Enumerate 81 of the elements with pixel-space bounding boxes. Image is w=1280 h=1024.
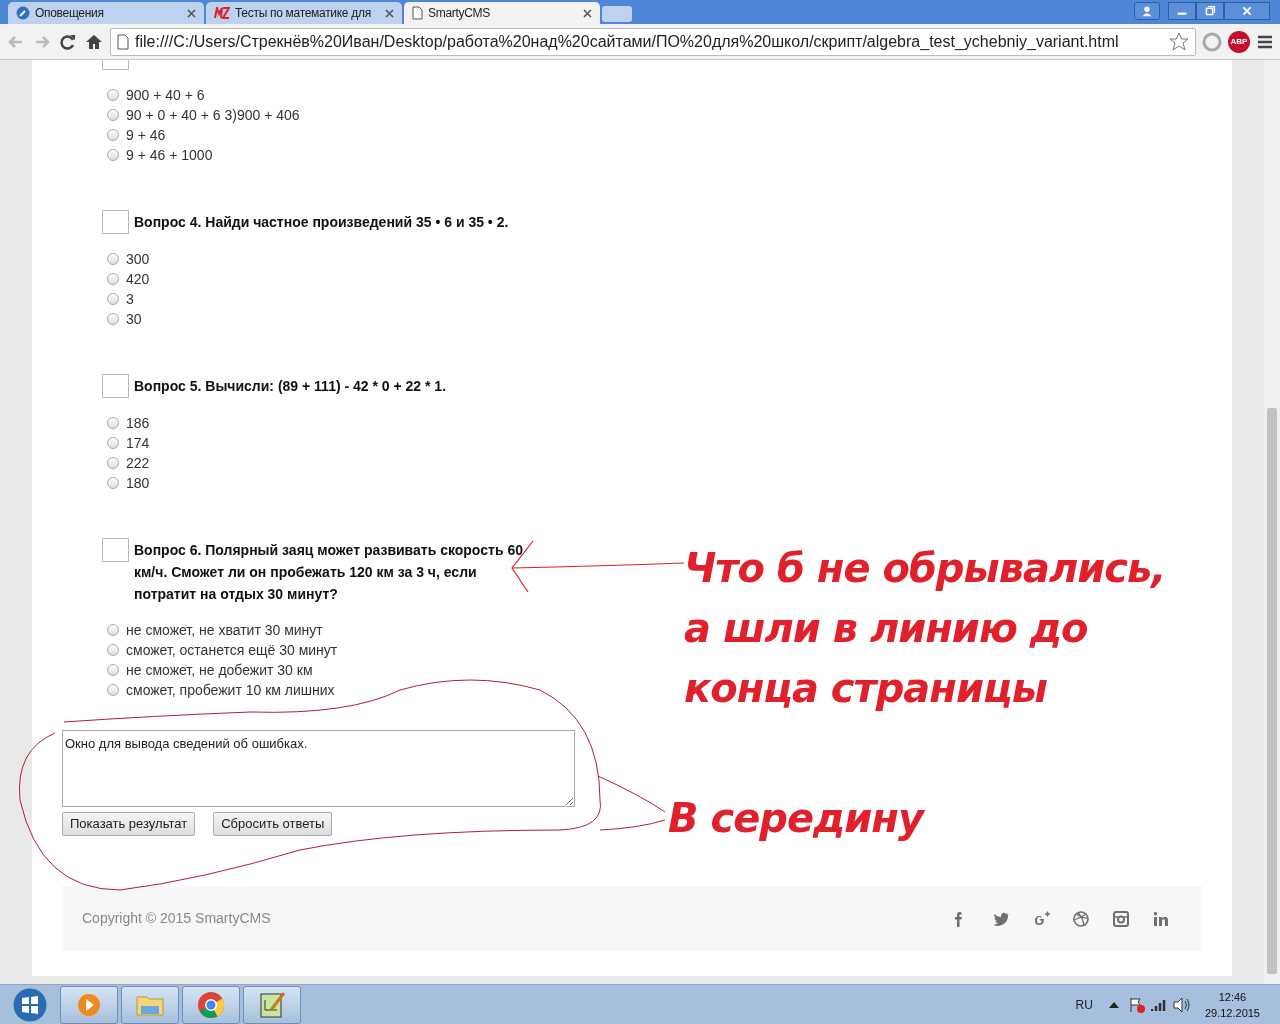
answer-option-label[interactable]: 900 + 40 + 6	[126, 84, 205, 106]
answer-option-label[interactable]: 9 + 46	[126, 124, 166, 146]
annotation-note: Что б не обрывались, а шли в линию до конца страницы	[684, 544, 1167, 713]
question-text: Вопрос 6. Полярный заяц может развивать скорость 60 км/ч. Сможет ли он пробежать 120 км за 3 ч, если потратит на отдых 30 минут?	[134, 541, 524, 604]
radio-button[interactable]	[107, 437, 119, 449]
radio-button[interactable]	[107, 477, 119, 489]
answer-option-label[interactable]: 222	[126, 452, 150, 474]
googleplus-icon[interactable]	[1032, 909, 1050, 928]
menu-icon[interactable]	[1256, 33, 1274, 50]
radio-button[interactable]	[107, 273, 119, 285]
answer-status-box	[102, 374, 129, 398]
page-icon	[117, 33, 129, 50]
question-text: Вопрос 5. Вычисли: (89 + 111) - 42 * 0 + 22 * 1.	[134, 377, 448, 396]
answer-status-box	[102, 210, 129, 234]
copyright-text: Copyright © 2015 SmartyCMS	[82, 909, 271, 928]
radio-button[interactable]	[107, 89, 119, 101]
answer-status-box	[102, 538, 129, 562]
dribbble-icon[interactable]	[1072, 909, 1090, 928]
signal-icon[interactable]	[1150, 997, 1167, 1012]
address-bar[interactable]: file:///C:/Users/Стрекнёв%20Иван/Desktop/работа%20над%20сайтами/ПО%20для%20школ/скрипт/algebra_test_ychebniy_variant.html	[110, 27, 1196, 56]
taskbar-button[interactable]	[243, 985, 301, 1024]
restore-icon[interactable]	[1196, 2, 1224, 20]
chrome-icon[interactable]	[196, 989, 226, 1020]
answer-option-label[interactable]: сможет, пробежит 10 км лишних	[126, 679, 335, 701]
answer-option-label[interactable]: не сможет, не хватит 30 минут	[126, 619, 323, 641]
language-indicator[interactable]: RU	[1075, 995, 1093, 1014]
page-icon	[412, 6, 423, 20]
radio-button[interactable]	[107, 253, 119, 265]
form-button[interactable]: Сбросить ответы	[213, 812, 333, 836]
answer-option-label[interactable]: 180	[126, 472, 150, 494]
minimize-icon[interactable]	[1168, 2, 1196, 20]
extension-icon[interactable]	[1202, 31, 1222, 52]
annotation-note: В середину	[668, 794, 924, 843]
close-icon[interactable]	[583, 8, 592, 18]
close-icon[interactable]	[187, 8, 196, 18]
clock[interactable]: 12:46 29.12.2015	[1204, 988, 1260, 1021]
radio-button[interactable]	[107, 644, 119, 656]
adblock-button[interactable]: ABP	[1228, 30, 1250, 53]
notepad-icon[interactable]	[257, 989, 287, 1020]
radio-button[interactable]	[107, 457, 119, 469]
radio-button[interactable]	[107, 313, 119, 325]
answer-option-label[interactable]: сможет, останется ещё 30 минут	[126, 639, 338, 661]
form-button[interactable]: Показать результат	[62, 812, 196, 836]
radio-button[interactable]	[107, 149, 119, 161]
speaker-icon[interactable]	[1172, 996, 1191, 1013]
radio-button[interactable]	[107, 129, 119, 141]
scrollbar[interactable]	[1264, 60, 1280, 984]
taskbar-button[interactable]	[121, 985, 179, 1024]
user-icon[interactable]	[1134, 2, 1160, 20]
radio-button[interactable]	[107, 664, 119, 676]
browser-tab[interactable]: Тесты по математике для	[206, 2, 402, 24]
answer-option-label[interactable]: 300	[126, 248, 150, 270]
instagram-icon[interactable]	[1112, 909, 1130, 928]
star-icon[interactable]	[1169, 31, 1189, 52]
answer-option-label[interactable]: 90 + 0 + 40 + 6 3)900 + 406	[126, 104, 300, 126]
answer-option-label[interactable]: 30	[126, 308, 142, 330]
mz-logo-icon	[214, 7, 230, 19]
browser-tab[interactable]: Оповещения	[8, 2, 204, 24]
answer-option-label[interactable]: 9 + 46 + 1000	[126, 144, 213, 166]
answer-option-label[interactable]: 420	[126, 268, 150, 290]
taskbar-button[interactable]	[182, 985, 240, 1024]
answer-option-label[interactable]: 3	[126, 288, 134, 310]
answer-option-label[interactable]: 174	[126, 432, 150, 454]
tray-arrow-icon[interactable]	[1108, 1000, 1119, 1009]
url-text: file:///C:/Users/Стрекнёв%20Иван/Desktop/работа%20над%20сайтами/ПО%20для%20школ/скрипт/algebra_test_ychebniy_variant.html	[135, 31, 1120, 52]
close-icon[interactable]	[1224, 2, 1270, 20]
answer-option-label[interactable]: 186	[126, 412, 150, 434]
linkedin-icon[interactable]	[1152, 909, 1170, 928]
question-text: Вопрос 4. Найди частное произведений 35 • 6 и 35 • 2.	[134, 213, 510, 232]
radio-button[interactable]	[107, 417, 119, 429]
radio-button[interactable]	[107, 293, 119, 305]
radio-button[interactable]	[107, 684, 119, 696]
browser-tab[interactable]: SmartyCMS	[404, 2, 600, 24]
radio-button[interactable]	[107, 109, 119, 121]
error-output-field[interactable]: Окно для вывода сведений об ошибках.	[62, 730, 575, 807]
taskbar-button[interactable]	[60, 985, 118, 1024]
flag-icon[interactable]	[1128, 996, 1145, 1013]
answer-option-label[interactable]: не сможет, не добежит 30 км	[126, 659, 313, 681]
radio-button[interactable]	[107, 624, 119, 636]
start-button[interactable]	[10, 984, 50, 1024]
close-icon[interactable]	[385, 8, 394, 18]
